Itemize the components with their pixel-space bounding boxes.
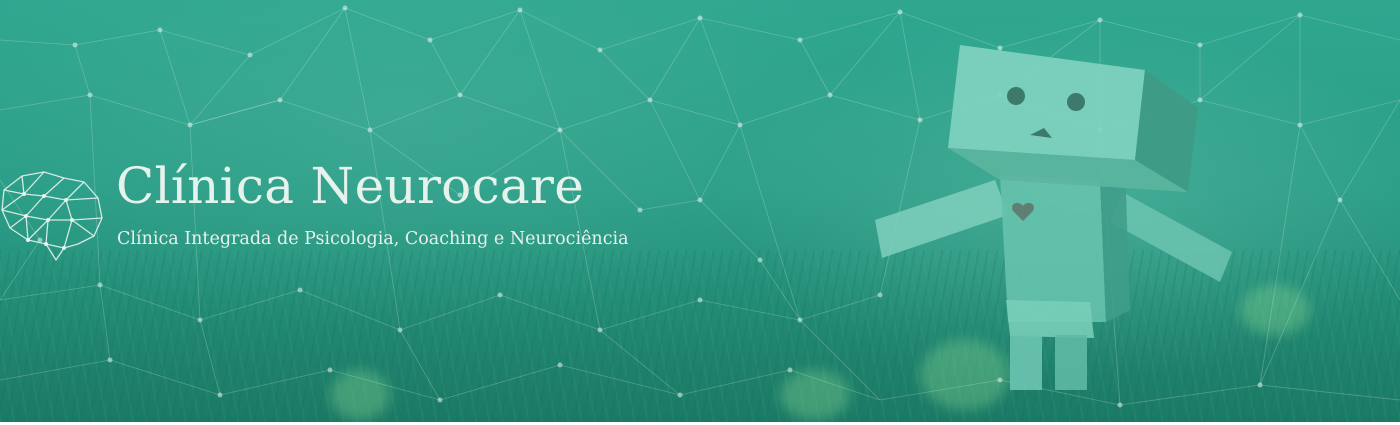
cardboard-robot-image: [875, 45, 1232, 390]
brain-network-icon: [1, 171, 103, 261]
page-title: Clínica Neurocare: [116, 157, 585, 215]
header-banner: Clínica Neurocare Clínica Integrada de P…: [0, 0, 1400, 422]
page-subtitle: Clínica Integrada de Psicologia, Coachin…: [117, 229, 629, 249]
